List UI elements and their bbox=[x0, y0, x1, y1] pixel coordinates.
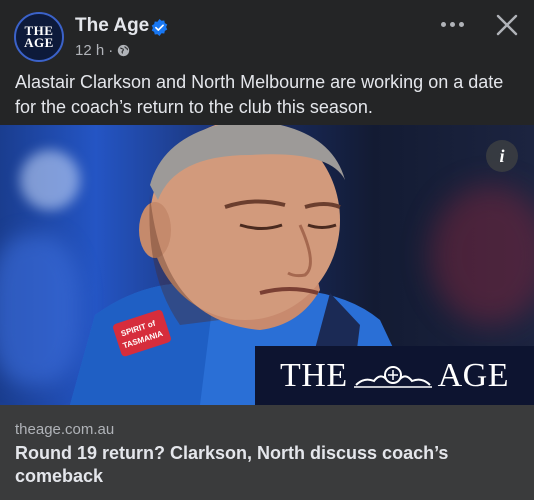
crest-icon bbox=[353, 365, 432, 388]
close-icon[interactable] bbox=[494, 12, 520, 38]
the-age-logo: THE AGE bbox=[255, 346, 534, 405]
verified-badge-icon bbox=[151, 19, 168, 36]
more-options-button[interactable] bbox=[436, 12, 468, 36]
link-headline[interactable]: Round 19 return? Clarkson, North discuss… bbox=[15, 442, 515, 488]
globe-icon bbox=[118, 44, 130, 57]
post-header: THE AGE The Age 12 h · bbox=[0, 0, 534, 66]
link-preview-footer[interactable]: theage.com.au Round 19 return? Clarkson,… bbox=[0, 405, 534, 500]
page-avatar[interactable]: THE AGE bbox=[14, 12, 64, 62]
more-options-dot bbox=[458, 21, 464, 27]
post-meta: 12 h · bbox=[75, 42, 130, 59]
more-options-dot bbox=[440, 21, 446, 27]
avatar-text-line2: AGE bbox=[24, 35, 54, 50]
more-options-dot bbox=[449, 21, 455, 27]
post-timestamp[interactable]: 12 h bbox=[75, 42, 104, 59]
meta-separator: · bbox=[108, 42, 114, 59]
logo-text-left: THE bbox=[280, 356, 348, 394]
page-name-link[interactable]: The Age bbox=[75, 15, 149, 37]
info-button[interactable]: i bbox=[486, 140, 518, 172]
logo-text-right: AGE bbox=[437, 356, 509, 394]
link-domain: theage.com.au bbox=[15, 421, 115, 438]
post-caption: Alastair Clarkson and North Melbourne ar… bbox=[15, 72, 504, 117]
link-preview-image[interactable]: SPIRIT of TASMANIA i THE AGE bbox=[0, 125, 534, 405]
